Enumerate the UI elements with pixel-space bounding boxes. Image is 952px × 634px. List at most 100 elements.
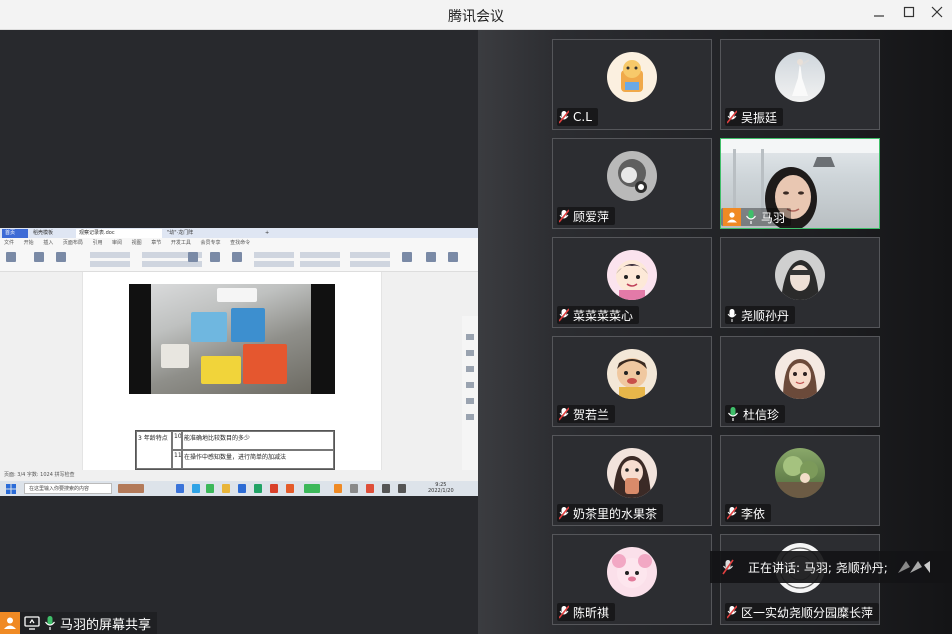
taskbar-app-icon[interactable] — [398, 484, 406, 493]
windows-start-icon[interactable] — [5, 483, 17, 495]
table-cell-label: 3 年龄特点 — [136, 431, 172, 469]
participant-name: 顾爱萍 — [573, 209, 610, 224]
screen-share-label[interactable]: 马羽的屏幕共享 — [0, 612, 158, 634]
mic-muted-icon — [727, 506, 737, 520]
tab-templates[interactable]: 稻壳模板 — [30, 229, 74, 238]
menu-search[interactable]: 查找命令 — [230, 240, 250, 246]
participant-tile[interactable]: 杜信珍 — [720, 336, 880, 427]
share-status-bar: 马羽的屏幕共享 — [0, 612, 478, 634]
participant-name: C.L — [573, 110, 592, 124]
table-cell-text: 在操作中感知数量，进行简单的加减法 — [182, 450, 334, 469]
mic-muted-icon — [559, 506, 569, 520]
window-title: 腾讯会议 — [448, 9, 504, 25]
side-tool-icons — [466, 334, 474, 420]
participant-name-tag: 李依 — [725, 504, 772, 522]
minimize-icon — [874, 15, 884, 17]
document-canvas: 3 年龄特点 10 能准确地比较数目的多少 11 在操作中感知数量，进行简单的加… — [0, 272, 478, 496]
menu-view[interactable]: 视图 — [132, 240, 142, 246]
participant-tile[interactable]: 顾爱萍 — [552, 138, 712, 229]
participant-name: 陈昕祺 — [573, 605, 610, 620]
participant-name: 尧顺孙丹 — [741, 308, 790, 323]
taskbar-app-icon[interactable] — [286, 484, 294, 493]
speaking-text: 正在讲话: 马羽; 尧顺孙丹; — [748, 560, 888, 575]
maximize-icon — [903, 6, 915, 18]
tab-other-doc[interactable]: "幼"·龙门阵 — [164, 229, 260, 238]
participant-tile-video[interactable]: 马羽 — [720, 138, 880, 229]
participant-name: 奶茶里的水果茶 — [573, 506, 658, 521]
menu-developer[interactable]: 开发工具 — [171, 240, 191, 246]
taskbar-clock: 9:25 2022/1/20 — [428, 482, 454, 494]
menu-layout[interactable]: 页面布局 — [63, 240, 83, 246]
participant-tile[interactable]: 陈昕祺 — [552, 534, 712, 625]
minimize-button[interactable] — [866, 3, 892, 25]
document-status-bar: 页面: 3/4 字数: 1024 拼写检查 — [0, 470, 478, 481]
menu-file[interactable]: 文件 — [4, 240, 14, 246]
document-side-toolbar — [462, 316, 478, 496]
menu-section[interactable]: 章节 — [151, 240, 161, 246]
avatar — [775, 349, 825, 399]
mic-on-icon — [727, 309, 737, 322]
taskbar-app-icon[interactable] — [334, 484, 342, 493]
participant-name-tag: 顾爱萍 — [557, 207, 616, 225]
participant-tile[interactable]: 李依 — [720, 435, 880, 526]
mic-muted-icon — [559, 308, 569, 322]
participant-name-tag: 贺若兰 — [557, 405, 616, 423]
ribbon-toolbar-icons — [6, 252, 458, 267]
participant-tile[interactable]: 贺若兰 — [552, 336, 712, 427]
participant-tile[interactable]: 吴振廷 — [720, 39, 880, 130]
avatar — [607, 250, 657, 300]
taskbar-app-icon[interactable] — [222, 484, 230, 493]
mic-muted-icon — [727, 605, 737, 619]
menu-review[interactable]: 审阅 — [112, 240, 122, 246]
participant-tile[interactable]: 奶茶里的水果茶 — [552, 435, 712, 526]
participant-name-tag: 尧顺孙丹 — [725, 306, 796, 324]
taskbar-search-input[interactable]: 在这里输入你要搜索的内容 — [24, 483, 112, 494]
new-tab-button[interactable]: + — [262, 229, 274, 238]
participant-tile[interactable]: 菜菜菜菜心 — [552, 237, 712, 328]
taskbar-app-icon[interactable] — [192, 484, 200, 493]
taskbar-app-icon[interactable] — [206, 484, 214, 493]
taskbar-app-icon[interactable] — [238, 484, 246, 493]
taskbar-app-icon[interactable] — [304, 484, 320, 493]
mic-muted-icon[interactable] — [722, 559, 734, 575]
taskbar-app-icon[interactable] — [254, 484, 262, 493]
mic-muted-icon — [559, 605, 569, 619]
tab-document[interactable]: 观察记录表.doc — [76, 229, 162, 238]
speaking-waves-icon — [897, 561, 930, 573]
menu-start[interactable]: 开始 — [24, 240, 34, 246]
maximize-button[interactable] — [896, 3, 922, 25]
taskbar-thumbnail-icon[interactable] — [118, 484, 144, 493]
participant-tile[interactable]: C.L — [552, 39, 712, 130]
presenter-badge — [0, 612, 20, 634]
taskbar-app-icon[interactable] — [366, 484, 374, 493]
mic-muted-icon — [559, 407, 569, 421]
participant-name: 马羽 — [761, 210, 786, 225]
speaking-indicator: 正在讲话: 马羽; 尧顺孙丹; — [710, 551, 952, 583]
taskbar-app-icon[interactable] — [176, 484, 184, 493]
table-cell-number: 10 — [172, 431, 182, 450]
mic-on-icon — [746, 210, 756, 224]
screen-share-text: 马羽的屏幕共享 — [60, 617, 152, 633]
host-badge — [723, 208, 741, 226]
mic-muted-icon — [559, 209, 569, 223]
taskbar-app-icon[interactable] — [270, 484, 278, 493]
document-page[interactable]: 3 年龄特点 10 能准确地比较数目的多少 11 在操作中感知数量，进行简单的加… — [82, 272, 382, 470]
windows-taskbar: 在这里输入你要搜索的内容 9:25 2022/1/20 — [0, 481, 478, 496]
taskbar-app-icon[interactable] — [350, 484, 358, 493]
participant-name-tag: 马羽 — [721, 208, 792, 226]
menu-vip[interactable]: 会员专享 — [200, 240, 220, 246]
menu-insert[interactable]: 插入 — [43, 240, 53, 246]
participant-tile[interactable]: 尧顺孙丹 — [720, 237, 880, 328]
taskbar-app-icon[interactable] — [382, 484, 390, 493]
document-ribbon: 文件 开始 插入 页面布局 引用 审阅 视图 章节 开发工具 会员专享 查找命令 — [0, 238, 478, 272]
close-button[interactable] — [924, 3, 950, 25]
participant-name-tag: 奶茶里的水果茶 — [557, 504, 664, 522]
taskbar-date: 2022/1/20 — [428, 488, 454, 494]
app-tab-bar: 首页 稻壳模板 观察记录表.doc "幼"·龙门阵 + — [0, 228, 478, 238]
mic-on-icon — [45, 616, 55, 630]
screen-share-area: 首页 稻壳模板 观察记录表.doc "幼"·龙门阵 + 文件 开始 插入 页面布… — [0, 30, 478, 634]
document-table: 3 年龄特点 10 能准确地比较数目的多少 11 在操作中感知数量，进行简单的加… — [135, 430, 335, 470]
menu-reference[interactable]: 引用 — [92, 240, 102, 246]
tab-home[interactable]: 首页 — [2, 229, 28, 238]
shared-screen[interactable]: 首页 稻壳模板 观察记录表.doc "幼"·龙门阵 + 文件 开始 插入 页面布… — [0, 228, 478, 496]
